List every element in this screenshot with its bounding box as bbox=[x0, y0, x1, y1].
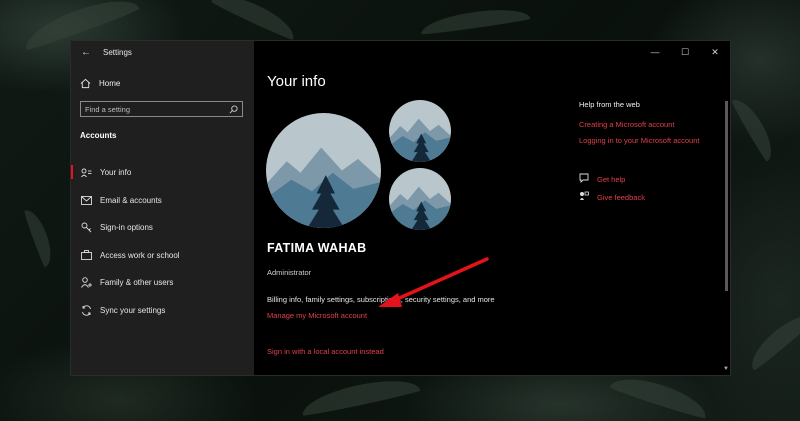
user-name: FATIMA WAHAB bbox=[267, 241, 367, 255]
help-link-create-account[interactable]: Creating a Microsoft account bbox=[579, 120, 674, 129]
sidebar-item-label: Sign-in options bbox=[100, 223, 153, 233]
back-arrow-icon[interactable]: ← bbox=[79, 47, 93, 58]
person-card-icon bbox=[80, 167, 92, 179]
home-label: Home bbox=[99, 79, 121, 88]
give-feedback-link[interactable]: Give feedback bbox=[579, 191, 645, 203]
settings-window: ← Settings Home Find a setting Accounts … bbox=[70, 40, 731, 376]
sidebar-item-access-work-school[interactable]: Access work or school bbox=[71, 242, 254, 270]
scroll-down-icon[interactable]: ▼ bbox=[723, 366, 729, 372]
home-icon bbox=[80, 78, 91, 89]
chat-bubble-icon bbox=[579, 173, 591, 185]
feedback-icon bbox=[579, 191, 591, 203]
sidebar-item-label: Your info bbox=[100, 168, 132, 178]
local-account-link[interactable]: Sign in with a local account instead bbox=[267, 347, 384, 356]
sidebar-item-your-info[interactable]: Your info bbox=[71, 159, 254, 187]
search-input[interactable]: Find a setting bbox=[80, 101, 243, 117]
sidebar: ← Settings Home Find a setting Accounts … bbox=[71, 41, 254, 375]
give-feedback-label: Give feedback bbox=[597, 192, 645, 202]
person-plus-icon bbox=[80, 277, 92, 289]
mail-icon bbox=[80, 194, 92, 206]
sidebar-item-label: Email & accounts bbox=[100, 195, 162, 205]
billing-info-text: Billing info, family settings, subscript… bbox=[267, 295, 495, 304]
accounts-nav: Your info Email & accounts Sign-in optio… bbox=[71, 159, 254, 324]
section-title-accounts: Accounts bbox=[80, 131, 117, 140]
avatar-large[interactable] bbox=[266, 113, 381, 228]
search-icon bbox=[229, 104, 238, 113]
sync-icon bbox=[80, 304, 92, 316]
help-link-login-account[interactable]: Logging in to your Microsoft account bbox=[579, 136, 699, 145]
key-icon bbox=[80, 222, 92, 234]
get-help-link[interactable]: Get help bbox=[579, 173, 625, 185]
window-caption-buttons: — ☐ ✕ bbox=[640, 41, 730, 63]
manage-account-link[interactable]: Manage my Microsoft account bbox=[267, 311, 367, 320]
page-title: Your info bbox=[267, 73, 326, 90]
sidebar-item-email-accounts[interactable]: Email & accounts bbox=[71, 187, 254, 215]
briefcase-icon bbox=[80, 249, 92, 261]
scrollbar[interactable] bbox=[725, 101, 728, 291]
sidebar-item-label: Access work or school bbox=[100, 250, 180, 260]
user-role: Administrator bbox=[267, 268, 312, 277]
title-bar: ← Settings bbox=[71, 41, 254, 63]
sidebar-item-family-users[interactable]: Family & other users bbox=[71, 269, 254, 297]
avatar-small[interactable] bbox=[389, 168, 451, 230]
help-title: Help from the web bbox=[579, 100, 640, 109]
avatar-small[interactable] bbox=[389, 100, 451, 162]
app-title: Settings bbox=[103, 47, 132, 57]
sidebar-item-sign-in-options[interactable]: Sign-in options bbox=[71, 214, 254, 242]
sidebar-item-home[interactable]: Home bbox=[80, 78, 120, 89]
sidebar-item-sync-settings[interactable]: Sync your settings bbox=[71, 297, 254, 325]
sidebar-item-label: Sync your settings bbox=[100, 305, 166, 315]
search-placeholder: Find a setting bbox=[85, 104, 131, 114]
maximize-button[interactable]: ☐ bbox=[670, 47, 700, 58]
minimize-button[interactable]: — bbox=[640, 47, 670, 57]
get-help-label: Get help bbox=[597, 174, 626, 184]
main-content: — ☐ ✕ Your info FATIMA WAHAB Administrat… bbox=[254, 41, 730, 375]
sidebar-item-label: Family & other users bbox=[100, 278, 174, 288]
close-button[interactable]: ✕ bbox=[700, 47, 730, 58]
